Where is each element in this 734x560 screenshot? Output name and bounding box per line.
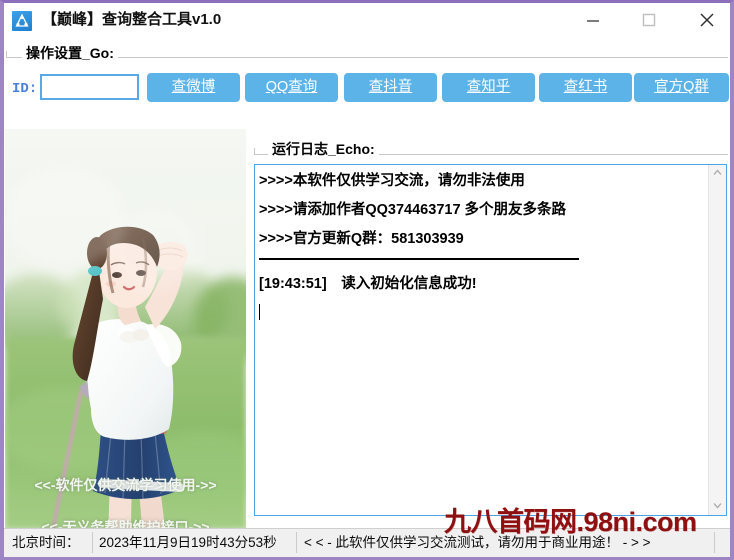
run-log-content[interactable]: >>>>本软件仅供学习交流，请勿非法使用 >>>>请添加作者QQ37446371…: [255, 165, 709, 515]
status-time-label: 北京时间：: [12, 535, 80, 550]
status-separator: [296, 532, 297, 553]
maximize-icon: [642, 13, 656, 27]
chevron-down-icon: [713, 503, 722, 509]
query-qq-button[interactable]: QQ查询: [245, 73, 338, 102]
log-group-label: 运行日志_Echo:: [268, 139, 379, 159]
query-douyin-button[interactable]: 查抖音: [344, 73, 437, 102]
log-entry: [19:43:51] 读入初始化信息成功!: [259, 276, 477, 292]
id-label: ID:: [12, 81, 38, 97]
minimize-icon: [587, 20, 599, 22]
log-scrollbar[interactable]: [708, 165, 726, 515]
app-logo-icon: [12, 11, 32, 31]
promo-photograph: [5, 129, 246, 529]
title-bar: 【巅峰】查询整合工具v1.0: [4, 3, 730, 39]
close-button[interactable]: [684, 3, 730, 37]
run-log-box[interactable]: >>>>本软件仅供学习交流，请勿非法使用 >>>>请添加作者QQ37446371…: [254, 164, 727, 516]
application-window: 【巅峰】查询整合工具v1.0 操作设置_Go: ID: 查微博 QQ查询 查抖音…: [0, 0, 734, 560]
status-time-value: 2023年11月9日19时43分53秒: [99, 535, 277, 550]
picture-overlay-line-1: <<-软件仅供交流学习使用->>: [34, 477, 217, 493]
log-line: >>>>请添加作者QQ374463717 多个朋友多条路: [259, 202, 567, 218]
query-zhihu-button[interactable]: 查知乎: [442, 73, 535, 102]
minimize-button[interactable]: [570, 3, 616, 37]
status-separator: [714, 532, 715, 553]
settings-group-label: 操作设置_Go:: [22, 43, 118, 63]
scroll-down-button[interactable]: [709, 498, 726, 515]
promo-picture-panel: <<-软件仅供交流学习使用->> <<-无义务帮助维护接口->>: [5, 129, 246, 529]
close-icon: [700, 13, 714, 27]
site-watermark: 九八首码网.98ni.com: [444, 507, 697, 537]
log-line: >>>>官方更新Q群：581303939: [259, 231, 464, 247]
scroll-up-button[interactable]: [709, 165, 726, 182]
query-xiaohongshu-button[interactable]: 查红书: [539, 73, 632, 102]
chevron-up-icon: [713, 169, 722, 175]
log-text-caret: [259, 303, 705, 323]
status-separator: [92, 532, 93, 553]
official-qq-group-button[interactable]: 官方Q群: [634, 73, 729, 102]
maximize-button[interactable]: [626, 3, 672, 37]
id-input[interactable]: [40, 74, 139, 100]
query-weibo-button[interactable]: 查微博: [147, 73, 240, 102]
window-title: 【巅峰】查询整合工具v1.0: [42, 11, 222, 28]
log-divider-rule: [259, 258, 579, 260]
log-line: >>>>本软件仅供学习交流，请勿非法使用: [259, 173, 525, 189]
